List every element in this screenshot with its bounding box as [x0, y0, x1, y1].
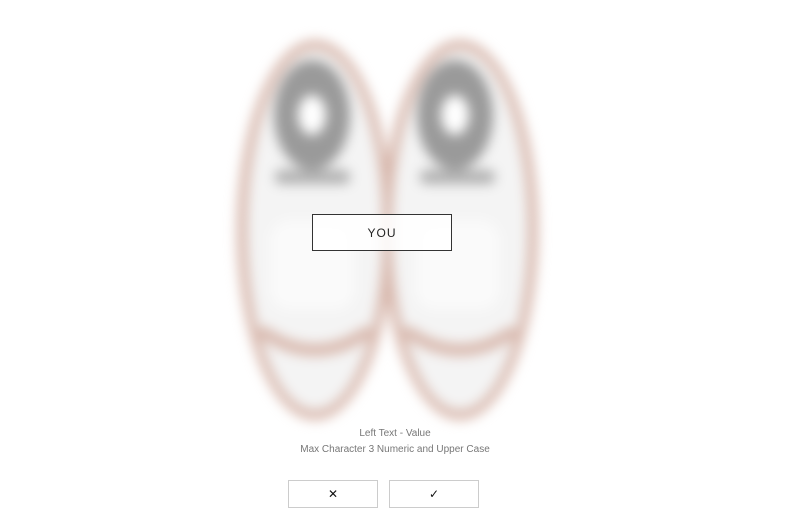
customizer-stage: Left Text - Value Max Character 3 Numeri…	[0, 0, 790, 527]
field-title: Left Text - Value	[359, 428, 431, 439]
confirm-button[interactable]: ✓	[389, 480, 479, 508]
custom-text-input[interactable]	[312, 214, 452, 251]
cancel-button[interactable]: ✕	[288, 480, 378, 508]
close-icon: ✕	[327, 487, 339, 501]
field-hint: Max Character 3 Numeric and Upper Case	[300, 444, 490, 455]
check-icon: ✓	[428, 487, 440, 501]
